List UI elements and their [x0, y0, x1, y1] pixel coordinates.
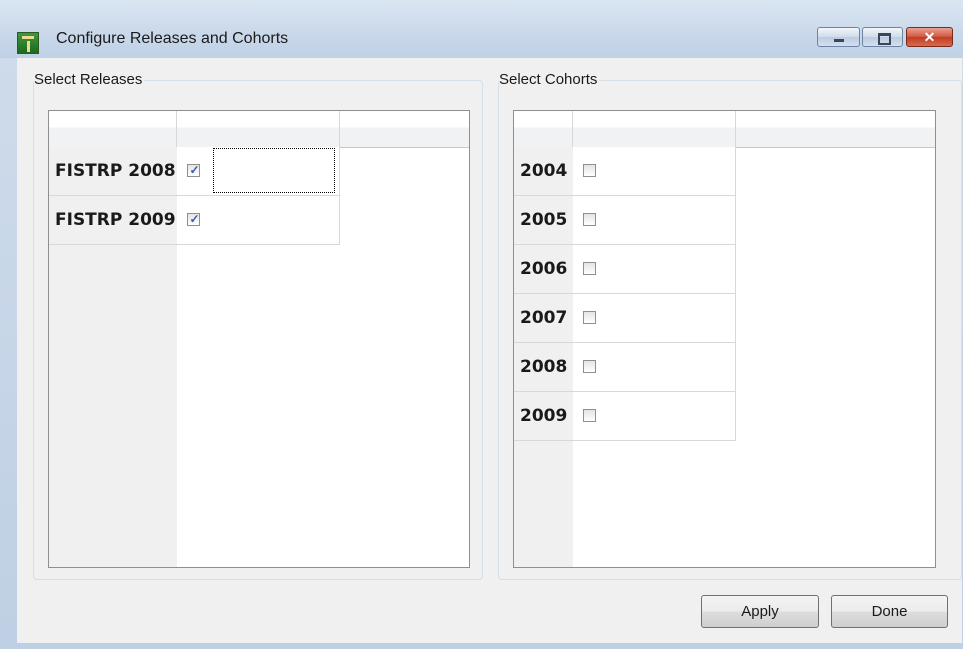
cohort-row-header[interactable]: 2008: [514, 343, 573, 392]
cohort-checkbox[interactable]: [583, 360, 596, 373]
cohort-checkbox-cell[interactable]: [573, 196, 736, 245]
release-checkbox-cell[interactable]: ✓: [177, 147, 340, 196]
cohorts-corner-header: [514, 111, 573, 147]
cohort-checkbox[interactable]: [583, 213, 596, 226]
releases-corner-header: [49, 111, 177, 147]
releases-column-header-1[interactable]: [177, 111, 340, 147]
minimize-icon: [834, 39, 844, 42]
window-title: Configure Releases and Cohorts: [56, 30, 289, 47]
cohort-checkbox-cell[interactable]: [573, 294, 736, 343]
cohort-checkbox-cell[interactable]: [573, 343, 736, 392]
cohort-checkbox[interactable]: [583, 409, 596, 422]
cohort-checkbox[interactable]: [583, 262, 596, 275]
release-checkbox-cell[interactable]: ✓: [177, 196, 340, 245]
release-row-header[interactable]: FISTRP 2008: [49, 147, 177, 196]
cohorts-groupbox: Select Cohorts 2004 2005 2006 2007 2008 …: [498, 71, 962, 580]
done-button[interactable]: Done: [831, 595, 948, 628]
minimize-button[interactable]: [817, 27, 860, 47]
close-button[interactable]: ✕: [906, 27, 953, 47]
cohort-row-header[interactable]: 2006: [514, 245, 573, 294]
cohort-row-header[interactable]: 2009: [514, 392, 573, 441]
cohort-row-header[interactable]: 2004: [514, 147, 573, 196]
cohort-checkbox-cell[interactable]: [573, 147, 736, 196]
cohort-checkbox-cell[interactable]: [573, 392, 736, 441]
maximize-button[interactable]: [862, 27, 903, 47]
close-icon: ✕: [923, 29, 936, 45]
cohorts-column-header-1[interactable]: [573, 111, 736, 147]
cohorts-group-title: Select Cohorts: [499, 71, 600, 88]
releases-group-title: Select Releases: [34, 71, 145, 88]
release-row-header[interactable]: FISTRP 2009: [49, 196, 177, 245]
cohort-checkbox[interactable]: [583, 164, 596, 177]
cohort-checkbox-cell[interactable]: [573, 245, 736, 294]
focus-rectangle: [213, 148, 335, 193]
cohorts-grid-header: [514, 111, 935, 148]
releases-grid[interactable]: FISTRP 2008 ✓ FISTRP 2009 ✓: [48, 110, 470, 568]
apply-button[interactable]: Apply: [701, 595, 819, 628]
tree-icon: [17, 32, 39, 54]
title-bar[interactable]: Configure Releases and Cohorts ✕: [0, 0, 963, 58]
cohorts-grid[interactable]: 2004 2005 2006 2007 2008 2009: [513, 110, 936, 568]
cohort-checkbox[interactable]: [583, 311, 596, 324]
maximize-icon: [878, 33, 891, 45]
releases-grid-header: [49, 111, 469, 148]
cohort-row-header[interactable]: 2007: [514, 294, 573, 343]
checkmark-icon: ✓: [189, 212, 200, 226]
checkmark-icon: ✓: [189, 163, 200, 177]
release-checkbox[interactable]: ✓: [187, 163, 200, 177]
cohorts-column-header-2[interactable]: [736, 111, 935, 147]
cohort-row-header[interactable]: 2005: [514, 196, 573, 245]
dialog-client-area: Select Releases FISTRP 2008 ✓ FISTRP 200…: [17, 58, 962, 643]
releases-column-header-2[interactable]: [340, 111, 470, 147]
release-checkbox[interactable]: ✓: [187, 212, 200, 226]
releases-groupbox: Select Releases FISTRP 2008 ✓ FISTRP 200…: [33, 71, 483, 580]
dialog-window: Configure Releases and Cohorts ✕ Select …: [0, 0, 963, 649]
